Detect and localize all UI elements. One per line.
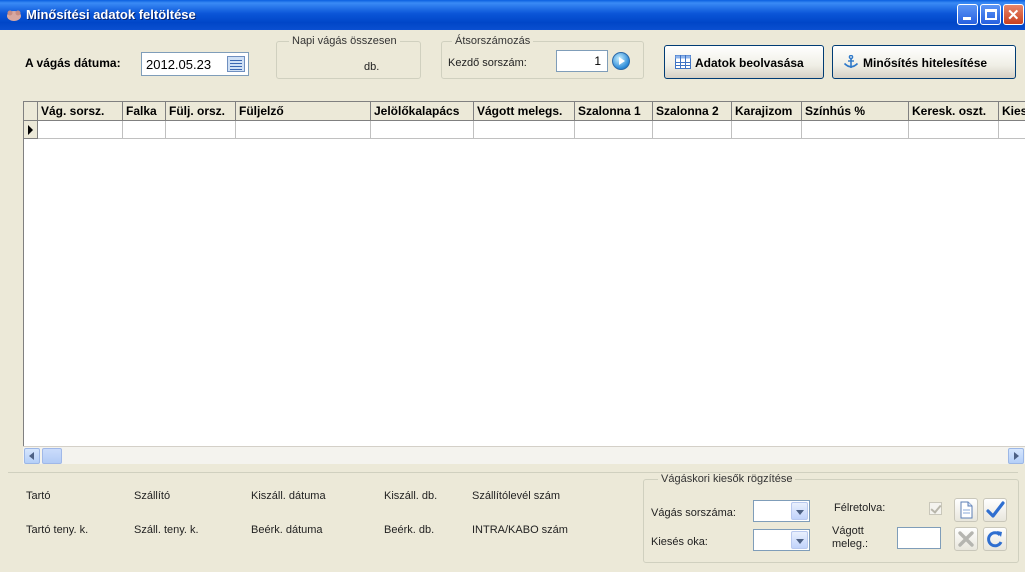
minimize-button[interactable] <box>957 4 978 25</box>
grid-cell[interactable] <box>575 121 653 139</box>
col-header-keresk-oszt[interactable]: Keresk. oszt. <box>909 102 999 121</box>
delete-x-icon <box>958 531 974 547</box>
grid-cell[interactable] <box>653 121 732 139</box>
row-selector[interactable] <box>24 121 38 139</box>
vagott-meleg-label-line2: meleg.: <box>832 538 869 550</box>
vagas-sorszama-select[interactable] <box>753 500 810 522</box>
grid-cell[interactable] <box>371 121 474 139</box>
col-header-fulj-orsz[interactable]: Fülj. orsz. <box>166 102 236 121</box>
document-icon <box>960 501 973 519</box>
col-header-szalonna-1[interactable]: Szalonna 1 <box>575 102 653 121</box>
felretolva-checkbox[interactable] <box>929 502 942 515</box>
szallito-label: Szállító <box>134 490 171 502</box>
read-data-label: Adatok beolvasása <box>695 56 804 70</box>
grid-cell[interactable] <box>236 121 371 139</box>
cutting-date-label: A vágás dátuma: <box>25 56 121 70</box>
grid-cell[interactable] <box>909 121 999 139</box>
table-icon <box>675 55 691 69</box>
losses-legend: Vágáskori kiesők rögzítése <box>658 473 796 485</box>
kieses-oka-label: Kiesés oka: <box>651 536 708 548</box>
felretolva-label: Félretolva: <box>834 502 886 514</box>
daily-total-unit: db. <box>364 61 380 73</box>
maximize-button[interactable] <box>980 4 1001 25</box>
daily-total-group: Napi vágás összesen <box>276 35 421 79</box>
window-title: Minősítési adatok feltöltése <box>26 7 196 22</box>
grid-cell[interactable] <box>732 121 802 139</box>
renumbering-legend: Átsorszámozás <box>452 35 534 47</box>
col-header-jelolokalapacs[interactable]: Jelölőkalapács <box>371 102 474 121</box>
grid-cell[interactable] <box>123 121 166 139</box>
col-header-falka[interactable]: Falka <box>123 102 166 121</box>
refresh-button[interactable] <box>983 527 1007 551</box>
vagott-meleg-input[interactable] <box>897 527 941 549</box>
scroll-left-button[interactable] <box>24 448 40 464</box>
delete-button[interactable] <box>954 527 978 551</box>
horizontal-scrollbar[interactable] <box>23 446 1025 464</box>
kiszall-datuma-label: Kiszáll. dátuma <box>251 490 326 502</box>
beerk-datuma-label: Beérk. dátuma <box>251 524 323 536</box>
authenticate-button[interactable]: Minősítés hitelesítése <box>832 45 1016 79</box>
refresh-icon <box>987 531 1003 548</box>
daily-total-legend: Napi vágás összesen <box>289 35 400 47</box>
checkmark-icon <box>986 501 1005 518</box>
grid-cell[interactable] <box>474 121 575 139</box>
renumber-go-button[interactable] <box>612 52 630 70</box>
scroll-right-button[interactable] <box>1008 448 1024 464</box>
new-document-button[interactable] <box>954 498 978 522</box>
calendar-icon[interactable] <box>227 56 245 72</box>
start-number-label: Kezdő sorszám: <box>448 57 527 69</box>
tarto-label: Tartó <box>26 490 51 502</box>
col-header-vag-sorsz[interactable]: Vág. sorsz. <box>38 102 123 121</box>
grid-cell[interactable] <box>802 121 909 139</box>
data-grid[interactable]: Vág. sorsz. Falka Fülj. orsz. Füljelző J… <box>23 101 1025 464</box>
tarto-teny-label: Tartó teny. k. <box>26 524 89 536</box>
chevron-down-icon[interactable] <box>791 502 808 520</box>
col-header-szinhus[interactable]: Színhús % <box>802 102 909 121</box>
start-number-input[interactable]: 1 <box>556 50 608 72</box>
scroll-thumb[interactable] <box>42 448 62 464</box>
minimize-icon <box>963 17 971 20</box>
bottom-separator <box>8 472 1018 473</box>
kiszall-db-label: Kiszáll. db. <box>384 490 438 502</box>
grid-corner <box>24 102 38 121</box>
beerk-db-label: Beérk. db. <box>384 524 435 536</box>
col-header-kies[interactable]: Kies <box>999 102 1025 121</box>
col-header-karajizom[interactable]: Karajizom <box>732 102 802 121</box>
chevron-down-icon[interactable] <box>791 531 808 549</box>
szallitolevel-szam-label: Szállítólevél szám <box>472 490 561 502</box>
close-button[interactable]: ✕ <box>1003 4 1024 25</box>
cutting-date-value: 2012.05.23 <box>146 57 212 72</box>
grid-cell[interactable] <box>38 121 123 139</box>
vagott-meleg-label-line1: Vágott <box>832 525 864 537</box>
anchor-icon <box>843 55 859 68</box>
maximize-icon <box>985 9 997 20</box>
close-icon: ✕ <box>1007 7 1020 24</box>
grid-cell[interactable] <box>999 121 1025 139</box>
szall-teny-label: Száll. teny. k. <box>134 524 199 536</box>
authenticate-label: Minősítés hitelesítése <box>863 56 988 70</box>
col-header-vagott-melegs[interactable]: Vágott melegs. <box>474 102 575 121</box>
vagas-sorszama-label: Vágás sorszáma: <box>651 507 736 519</box>
kieses-oka-select[interactable] <box>753 529 810 551</box>
cutting-date-field[interactable]: 2012.05.23 <box>141 52 249 76</box>
grid-cell[interactable] <box>166 121 236 139</box>
title-bar: Minősítési adatok feltöltése ✕ <box>0 0 1025 30</box>
intra-kabo-label: INTRA/KABO szám <box>472 524 568 536</box>
col-header-fuljelzo[interactable]: Füljelző <box>236 102 371 121</box>
confirm-button[interactable] <box>983 498 1007 522</box>
read-data-button[interactable]: Adatok beolvasása <box>664 45 824 79</box>
col-header-szalonna-2[interactable]: Szalonna 2 <box>653 102 732 121</box>
app-icon <box>7 10 21 21</box>
